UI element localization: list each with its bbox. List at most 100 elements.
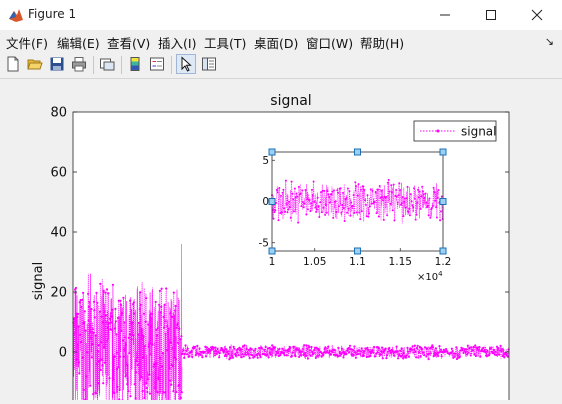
- main-signal-point: [440, 349, 442, 351]
- main-signal-point: [498, 354, 500, 356]
- selection-handle[interactable]: [269, 248, 275, 254]
- inset-signal-point: [388, 179, 390, 181]
- selection-handle[interactable]: [440, 248, 446, 254]
- link-plot-button[interactable]: [97, 54, 117, 74]
- main-signal-point: [139, 308, 141, 310]
- main-signal-point: [265, 346, 267, 348]
- legend[interactable]: signal: [414, 121, 497, 141]
- colorbar-button[interactable]: [125, 54, 145, 74]
- inset-signal-point: [440, 210, 442, 212]
- main-signal-point: [363, 355, 365, 357]
- main-signal-point: [454, 356, 456, 358]
- main-signal-point: [149, 393, 151, 395]
- inset-signal-point: [349, 215, 351, 217]
- main-signal-point: [160, 306, 162, 308]
- main-signal-point: [426, 348, 428, 350]
- main-signal-point: [180, 397, 182, 399]
- main-signal-point: [81, 299, 83, 301]
- close-button[interactable]: [514, 0, 560, 30]
- inset-signal-point: [340, 187, 342, 189]
- main-signal-point: [131, 321, 133, 323]
- main-signal-point: [99, 311, 101, 313]
- selection-handle[interactable]: [269, 149, 275, 155]
- selection-handle[interactable]: [269, 199, 275, 205]
- main-signal-point: [240, 348, 242, 350]
- menu-file[interactable]: 文件(F): [6, 33, 48, 52]
- main-signal-point: [366, 347, 368, 349]
- print-button[interactable]: [69, 54, 89, 74]
- main-signal-point: [148, 345, 150, 347]
- dock-arrow-icon[interactable]: ↘: [545, 35, 554, 48]
- main-signal-point: [420, 355, 422, 357]
- property-inspector-button[interactable]: [199, 54, 219, 74]
- selection-handle[interactable]: [355, 149, 361, 155]
- maximize-button[interactable]: [468, 0, 514, 30]
- main-signal-point: [97, 350, 99, 352]
- menu-tools[interactable]: 工具(T): [204, 33, 246, 52]
- main-signal-point: [150, 317, 152, 319]
- inset-signal-point: [293, 210, 295, 212]
- menu-desktop[interactable]: 桌面(D): [254, 33, 298, 52]
- main-signal-point: [462, 352, 464, 354]
- menu-window[interactable]: 窗口(W): [306, 33, 353, 52]
- inset-signal-point: [438, 189, 440, 191]
- main-signal-point: [434, 354, 436, 356]
- main-signal-point: [302, 348, 304, 350]
- menu-view[interactable]: 查看(V): [107, 33, 150, 52]
- new-figure-button[interactable]: [3, 54, 23, 74]
- main-signal-point: [90, 308, 92, 310]
- selection-handle[interactable]: [440, 149, 446, 155]
- legend-button[interactable]: [147, 54, 167, 74]
- main-signal-point: [482, 347, 484, 349]
- main-signal-point: [300, 354, 302, 356]
- pointer-button[interactable]: [176, 54, 196, 74]
- main-signal-point: [251, 348, 253, 350]
- main-signal-point: [386, 354, 388, 356]
- main-signal-point: [479, 356, 481, 358]
- inset-signal-point: [414, 198, 416, 200]
- main-signal-point: [163, 327, 165, 329]
- inset-signal-point: [342, 192, 344, 194]
- inset-signal-point: [412, 206, 414, 208]
- main-signal-point: [201, 356, 203, 358]
- main-signal-point: [380, 350, 382, 352]
- main-signal-point: [315, 357, 317, 359]
- selection-handle[interactable]: [355, 248, 361, 254]
- selection-handle[interactable]: [440, 199, 446, 205]
- inset-signal-point: [374, 201, 376, 203]
- main-signal-point: [123, 349, 125, 351]
- inset-signal-point: [305, 189, 307, 191]
- main-signal-point: [106, 321, 108, 323]
- inset-signal-point: [346, 212, 348, 214]
- inset-signal-point: [359, 218, 361, 220]
- window-titlebar: Figure 1: [0, 0, 562, 30]
- menu-insert[interactable]: 插入(I): [158, 33, 196, 52]
- main-signal-point: [218, 356, 220, 358]
- main-signal-point: [205, 355, 207, 357]
- main-signal-point: [252, 354, 254, 356]
- main-signal-point: [259, 354, 261, 356]
- minimize-button[interactable]: [422, 0, 468, 30]
- main-signal-point: [103, 310, 105, 312]
- main-signal-point: [126, 383, 128, 385]
- save-button[interactable]: [47, 54, 67, 74]
- main-signal-point: [412, 351, 414, 353]
- menu-edit[interactable]: 编辑(E): [57, 33, 100, 52]
- main-signal-point: [330, 353, 332, 355]
- open-file-button[interactable]: [25, 54, 45, 74]
- main-signal-point: [390, 352, 392, 354]
- menu-help[interactable]: 帮助(H): [360, 33, 404, 52]
- main-signal-point: [270, 354, 272, 356]
- main-signal-point: [432, 346, 434, 348]
- main-signal-point: [135, 397, 137, 399]
- inset-signal-point: [418, 197, 420, 199]
- main-signal-point: [177, 342, 179, 344]
- main-signal-point: [126, 364, 128, 366]
- inset-signal-point: [409, 214, 411, 216]
- inset-signal-point: [439, 219, 441, 221]
- inset-signal-point: [404, 197, 406, 199]
- main-signal-point: [418, 352, 420, 354]
- inset-signal-point: [436, 217, 438, 219]
- save-icon: [49, 56, 65, 72]
- main-signal-point: [310, 355, 312, 357]
